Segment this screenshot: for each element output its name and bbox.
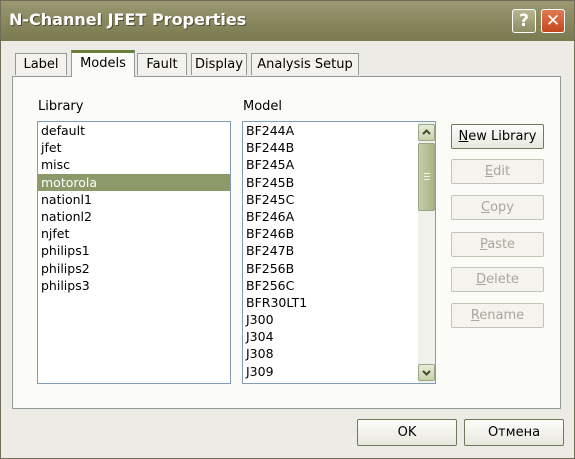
library-item[interactable]: philips3 [38,277,230,294]
copy-button[interactable]: Copy [451,195,544,220]
edit-button[interactable]: Edit [451,159,544,184]
chevron-down-icon [422,370,431,376]
model-item[interactable]: J309 [243,363,435,380]
paste-button[interactable]: Paste [451,232,544,257]
library-item[interactable]: njfet [38,225,230,242]
window-title: N-Channel JFET Properties [9,10,247,29]
chevron-up-icon [422,129,431,135]
close-button[interactable]: ✕ [541,9,565,33]
library-item[interactable]: jfet [38,139,230,156]
model-list[interactable]: BF244A BF244B BF245A BF245B BF245C BF246… [242,121,436,384]
library-item[interactable]: nationl2 [38,208,230,225]
tab-fault[interactable]: Fault [137,53,187,75]
model-item[interactable]: J308 [243,345,435,362]
paste-label: aste [487,237,516,252]
tab-label[interactable]: Label [15,53,67,75]
model-item[interactable]: BF245A [243,156,435,173]
library-header: Library [38,99,84,114]
cancel-button[interactable]: Отмена [464,419,564,446]
delete-accel: D [476,272,487,287]
model-item[interactable]: BF245B [243,174,435,191]
delete-label: elete [486,272,519,287]
help-button[interactable]: ? [512,9,536,33]
copy-label: opy [490,200,514,215]
library-item[interactable]: default [38,122,230,139]
model-item[interactable]: BF256B [243,260,435,277]
rename-label: ename [479,308,525,323]
model-item[interactable]: BF256C [243,277,435,294]
model-item[interactable]: J300 [243,311,435,328]
library-item-selected[interactable]: motorola [38,173,230,191]
new-library-label: ew Library [468,129,537,144]
title-bar[interactable]: N-Channel JFET Properties ? ✕ [1,1,574,41]
model-header: Model [243,99,283,114]
model-item[interactable]: BF245C [243,191,435,208]
model-item[interactable]: BF246A [243,208,435,225]
scroll-thumb[interactable] [418,143,435,211]
model-item[interactable]: BFR30LT1 [243,294,435,311]
properties-dialog: N-Channel JFET Properties ? ✕ Label Mode… [0,0,575,459]
scroll-down-button[interactable] [418,364,435,381]
help-icon: ? [519,11,529,31]
tab-analysis-setup[interactable]: Analysis Setup [251,53,359,75]
model-item[interactable]: J304 [243,328,435,345]
model-item[interactable]: BF244B [243,139,435,156]
edit-accel: E [484,164,494,179]
library-item[interactable]: misc [38,156,230,173]
rename-button[interactable]: Rename [451,303,544,328]
library-item[interactable]: nationl1 [38,191,230,208]
new-library-accel: N [458,129,469,144]
library-item[interactable]: philips2 [38,260,230,277]
rename-accel: R [470,308,480,323]
model-scrollbar[interactable] [418,122,435,383]
edit-label: dit [493,164,511,179]
ok-button[interactable]: OK [357,419,457,446]
new-library-button[interactable]: New Library [451,124,544,149]
close-icon: ✕ [545,11,561,31]
tab-models[interactable]: Models [71,50,135,77]
model-item[interactable]: BF244A [243,122,435,139]
tab-display[interactable]: Display [191,53,247,75]
model-item[interactable]: BF247B [243,242,435,259]
delete-button[interactable]: Delete [451,267,544,292]
scroll-up-button[interactable] [418,124,435,141]
library-item[interactable]: philips1 [38,242,230,259]
model-item[interactable]: BF246B [243,225,435,242]
library-list[interactable]: default jfet misc motorola nationl1 nati… [37,121,231,384]
copy-accel: C [481,200,491,215]
